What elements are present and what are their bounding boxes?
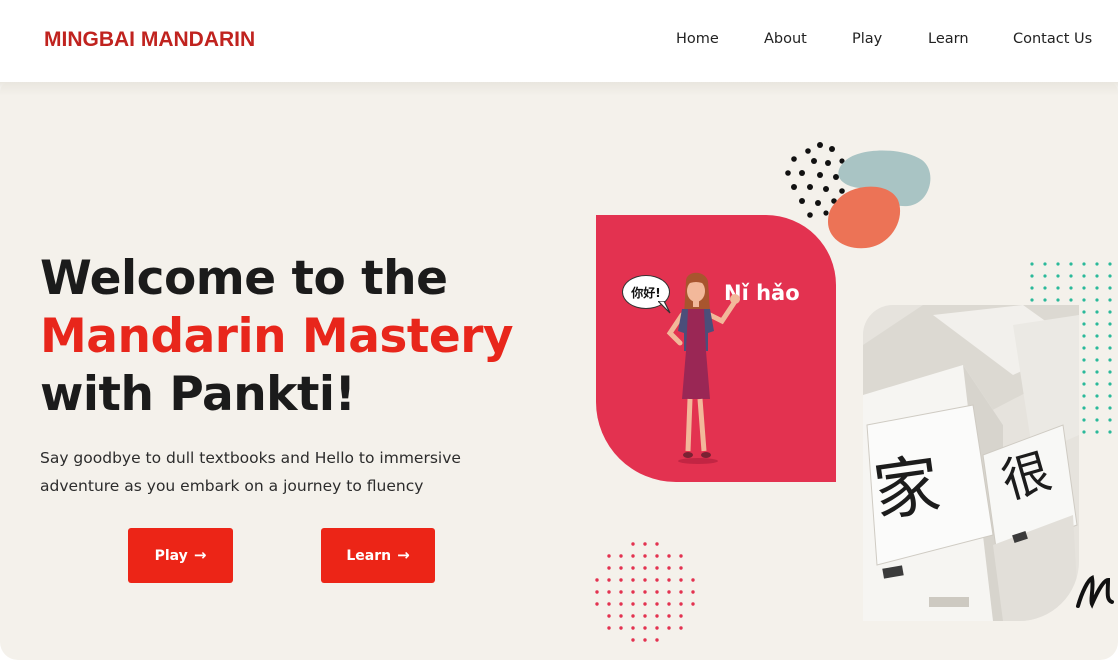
waving-girl-illustration bbox=[666, 272, 740, 464]
play-button[interactable]: Play → bbox=[128, 528, 233, 583]
learn-button[interactable]: Learn → bbox=[321, 528, 435, 583]
nav-play[interactable]: Play bbox=[852, 31, 882, 47]
arrow-right-icon: → bbox=[193, 546, 207, 564]
pink-dots-decoration bbox=[595, 542, 695, 642]
headline-line-3: with Pankti! bbox=[40, 367, 356, 422]
arrow-right-icon: → bbox=[397, 546, 410, 564]
headline-accent: Mandarin Mastery bbox=[40, 309, 514, 364]
hero-subtext: Say goodbye to dull textbooks and Hello … bbox=[40, 449, 461, 495]
nav-about[interactable]: About bbox=[764, 31, 807, 47]
hero-section: Welcome to the Mandarin Mastery with Pan… bbox=[0, 82, 1118, 660]
flashcards-photo: 家 很 bbox=[863, 305, 1079, 621]
hero-headline: Welcome to the Mandarin Mastery with Pan… bbox=[40, 250, 514, 424]
headline-line-1: Welcome to the bbox=[40, 251, 448, 306]
script-scribble-decoration bbox=[1076, 575, 1114, 609]
nav-learn[interactable]: Learn bbox=[928, 31, 969, 47]
flashcard-character-1: 家 bbox=[868, 445, 945, 532]
learn-button-label: Learn bbox=[346, 547, 392, 564]
main-nav: Home About Play Learn Contact Us bbox=[0, 31, 1118, 51]
greeting-illustration-card: 你好! Nǐ hǎo bbox=[596, 215, 836, 482]
nav-contact-us[interactable]: Contact Us bbox=[1013, 31, 1092, 47]
hero-top-shadow bbox=[0, 82, 1118, 96]
site-header: MINGBAI MANDARIN Home About Play Learn C… bbox=[0, 0, 1118, 82]
play-button-label: Play bbox=[154, 547, 188, 564]
nav-home[interactable]: Home bbox=[676, 31, 719, 47]
coral-blob-decoration bbox=[828, 186, 901, 249]
